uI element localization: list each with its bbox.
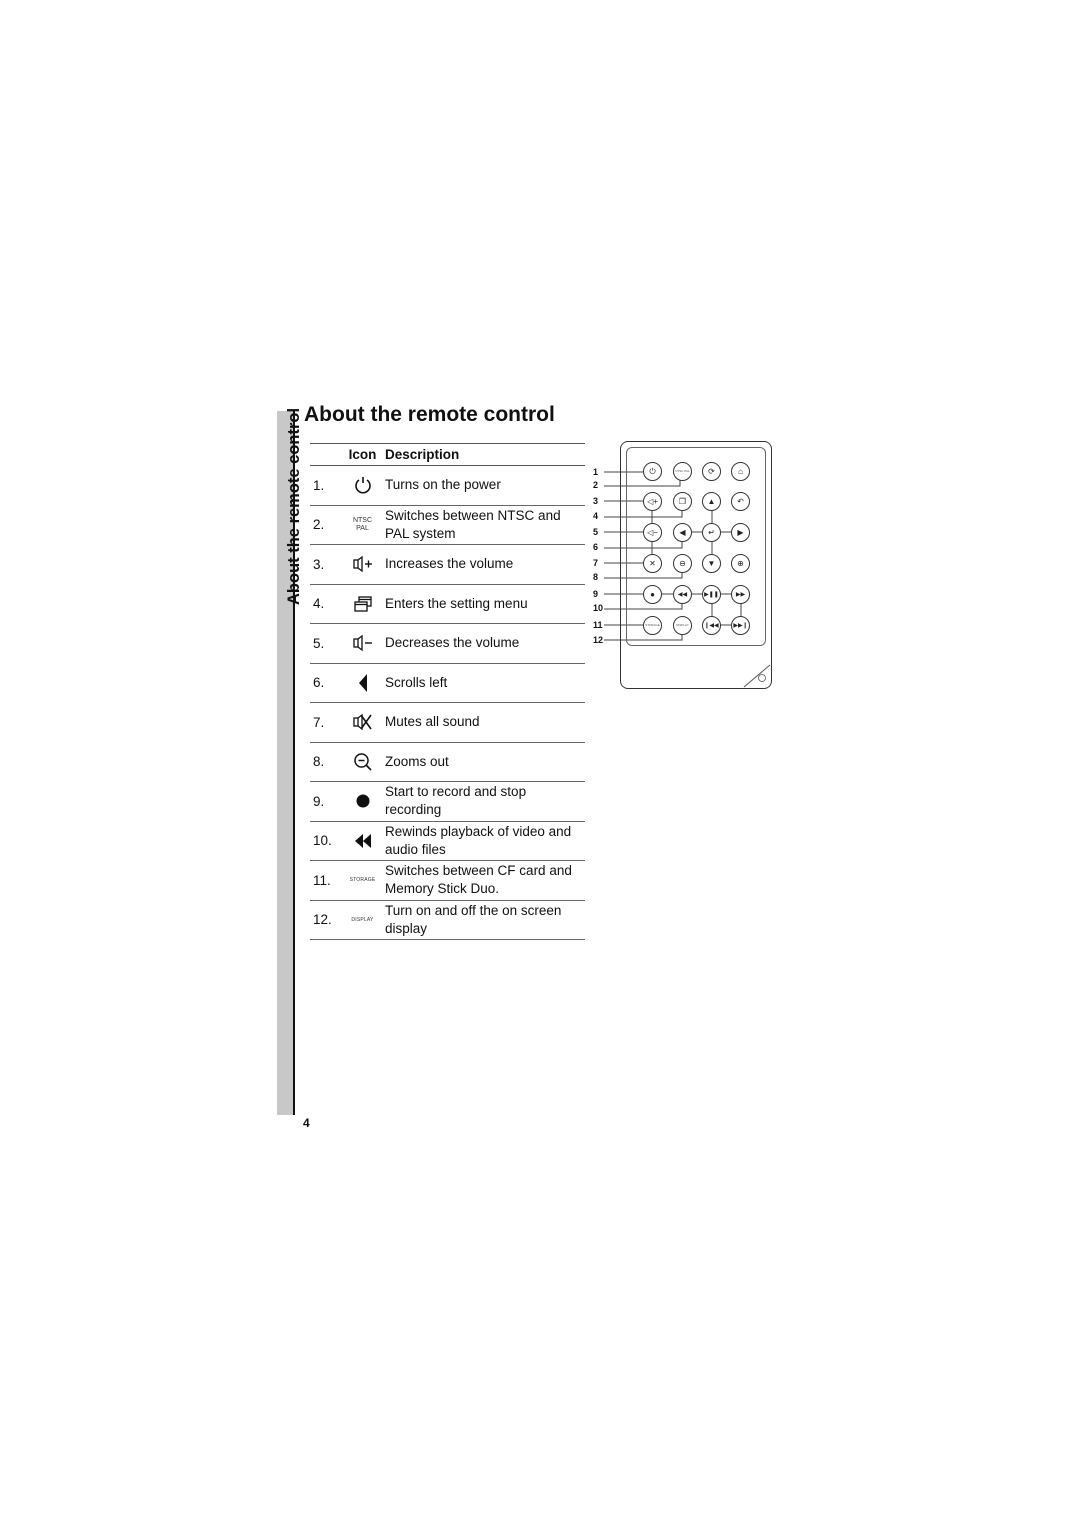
remote-next-button[interactable]: ▶▶❙ [731, 616, 750, 635]
callout-5: 5 [593, 527, 599, 537]
callout-12: 12 [593, 635, 604, 645]
remote-menu-button[interactable]: ❐ [673, 492, 692, 511]
remote-ntsc-pal-button[interactable]: NTSC PAL [673, 462, 692, 481]
table-row: 11. STORAGE Switches between CF card and… [310, 861, 585, 901]
callout-7: 7 [593, 558, 599, 568]
remote-up-button[interactable]: ▲ [702, 492, 721, 511]
remote-previous-button[interactable]: ❙◀◀ [702, 616, 721, 635]
callout-lines [604, 471, 742, 641]
table-row: 9. Start to record and stop recording [310, 782, 585, 822]
remote-play-pause-button[interactable]: ▶❚❚ [702, 585, 721, 604]
table-row: 7. Mutes all sound [310, 703, 585, 743]
page-number: 4 [303, 1116, 310, 1130]
remote-right-button[interactable]: ▶ [731, 523, 750, 542]
storage-icon: STORAGE [349, 877, 376, 884]
remote-storage-button[interactable]: STORAGE [643, 616, 662, 635]
remote-fast-forward-button[interactable]: ▶▶ [731, 585, 750, 604]
callout-3: 3 [593, 496, 599, 506]
remote-control-diagram: ⏻ NTSC PAL ⟳ ⌂ ◁+ ❐ ▲ ↶ ◁− ◀ ↵ ▶ ✕ ⊖ ▼ ⊕… [620, 441, 772, 689]
callout-8: 8 [593, 572, 599, 582]
remote-power-button[interactable]: ⏻ [643, 462, 662, 481]
remote-home-button[interactable]: ⌂ [731, 462, 750, 481]
remote-zoom-out-button[interactable]: ⊖ [673, 554, 692, 573]
callout-4: 4 [593, 511, 599, 521]
remote-enter-button[interactable]: ↵ [702, 523, 721, 542]
remote-down-button[interactable]: ▼ [702, 554, 721, 573]
mute-icon [340, 713, 385, 731]
table-row: 10. Rewinds playback of video and audio … [310, 822, 585, 861]
remote-left-button[interactable]: ◀ [673, 523, 692, 542]
table-row: 12. DISPLAY Turn on and off the on scree… [310, 901, 585, 940]
callout-2: 2 [593, 480, 599, 490]
remote-zoom-in-button[interactable]: ⊕ [731, 554, 750, 573]
table-row: 8. Zooms out [310, 743, 585, 782]
callout-1: 1 [593, 467, 599, 477]
rewind-icon [340, 832, 385, 850]
remote-rewind-button[interactable]: ◀◀ [673, 585, 692, 604]
remote-record-button[interactable]: ● [643, 585, 662, 604]
display-icon: DISPLAY [351, 916, 374, 923]
callout-6: 6 [593, 542, 599, 552]
remote-rotate-button[interactable]: ⟳ [702, 462, 721, 481]
remote-volume-down-button[interactable]: ◁− [643, 523, 662, 542]
callout-11: 11 [593, 620, 603, 630]
callout-10: 10 [593, 603, 604, 613]
remote-volume-up-button[interactable]: ◁+ [643, 492, 662, 511]
remote-display-button[interactable]: DISPLAY [673, 616, 692, 635]
remote-back-button[interactable]: ↶ [731, 492, 750, 511]
record-icon [340, 793, 385, 809]
remote-mute-button[interactable]: ✕ [643, 554, 662, 573]
zoom-out-icon [340, 752, 385, 772]
callout-9: 9 [593, 589, 599, 599]
